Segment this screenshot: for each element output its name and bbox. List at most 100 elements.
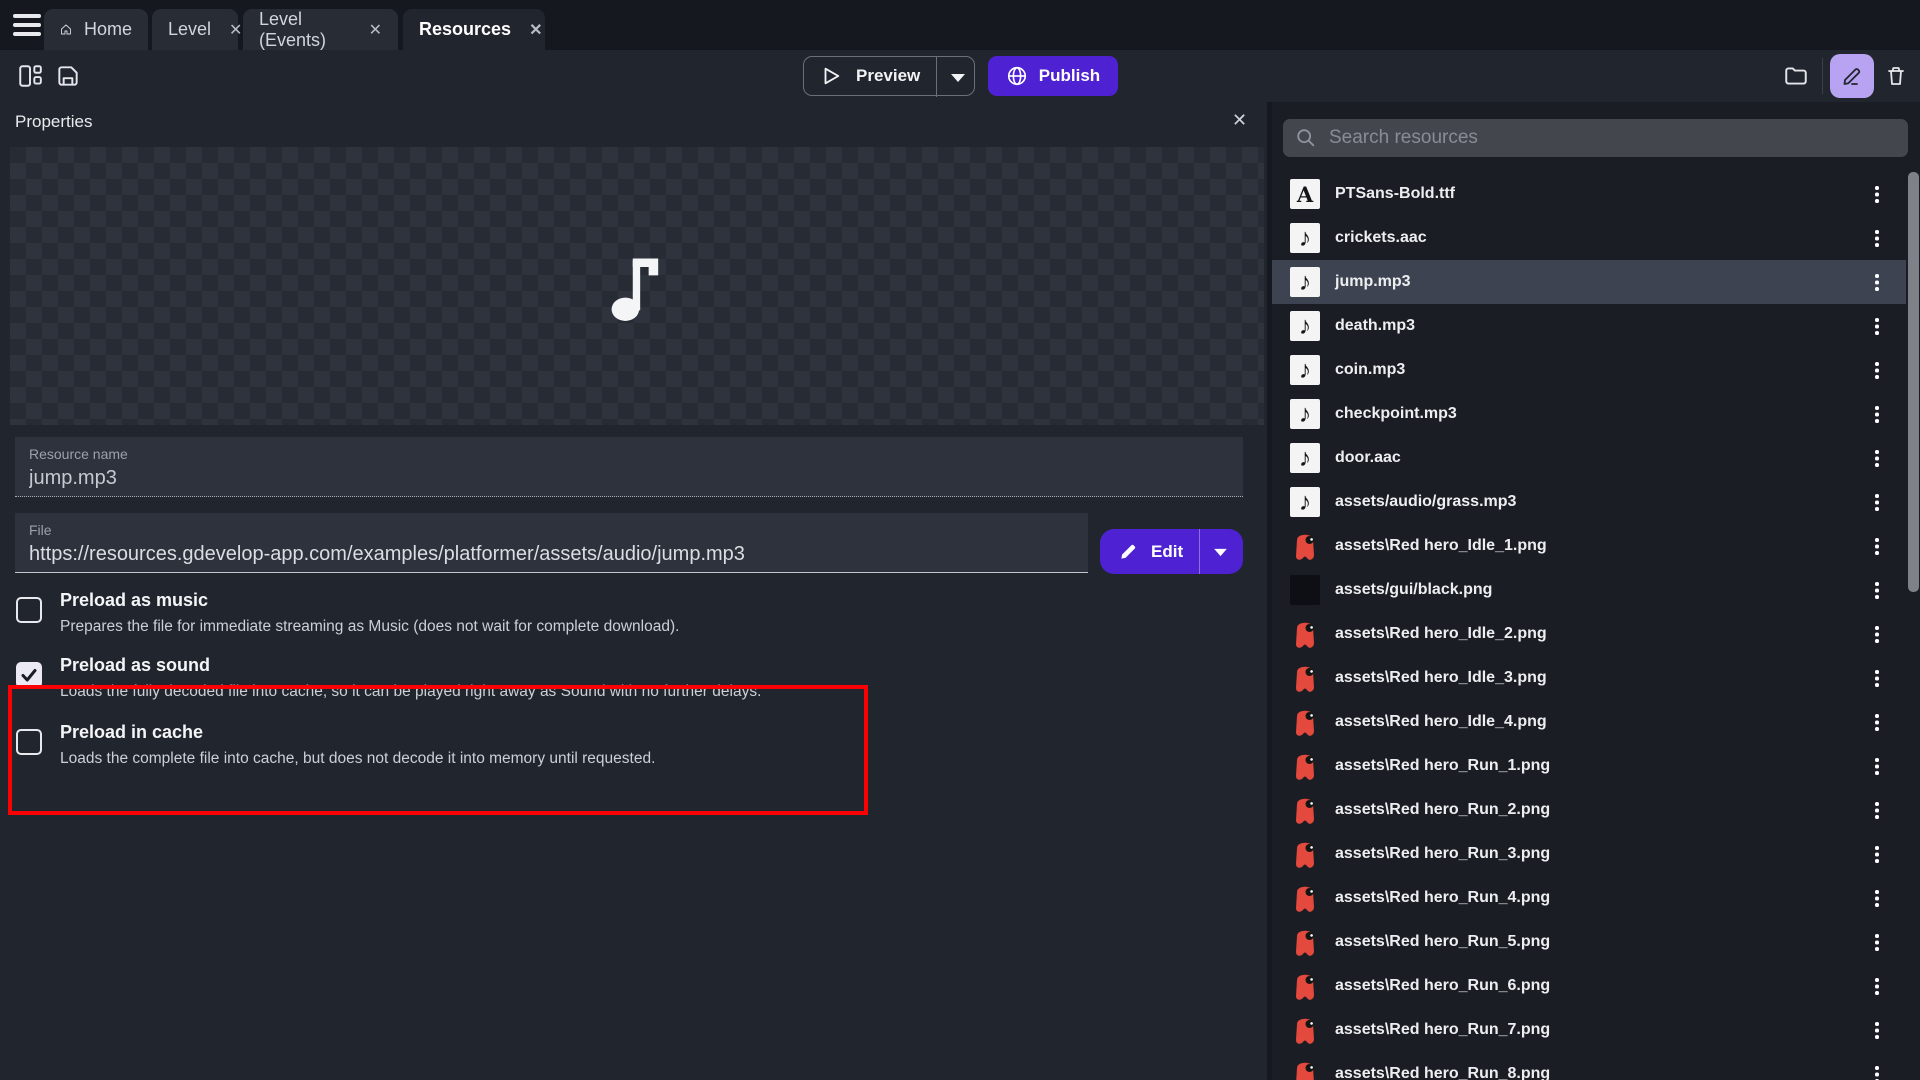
properties-panel: Properties ✕ Resource name jump.mp3 File… <box>0 102 1267 1080</box>
resource-row[interactable]: assets\Red hero_Run_4.png <box>1272 876 1906 920</box>
edit-mode-toggle-icon[interactable] <box>1830 54 1874 98</box>
publish-button[interactable]: Publish <box>988 56 1118 96</box>
kebab-menu-icon[interactable] <box>1870 932 1884 952</box>
resources-sidebar: PTSans-Bold.ttf crickets.aac jump.mp3 <box>1272 102 1920 1080</box>
field-label: File <box>29 522 52 538</box>
kebab-menu-icon[interactable] <box>1870 1064 1884 1080</box>
resource-type-icon <box>1290 443 1320 473</box>
preview-label: Preview <box>856 66 920 86</box>
resource-name: assets\Red hero_Run_5.png <box>1335 933 1550 951</box>
resource-name-field[interactable]: Resource name jump.mp3 <box>15 437 1243 497</box>
resource-name: assets\Red hero_Run_1.png <box>1335 757 1550 775</box>
resource-type-icon <box>1290 179 1320 209</box>
kebab-menu-icon[interactable] <box>1870 1020 1884 1040</box>
kebab-menu-icon[interactable] <box>1870 580 1884 600</box>
edit-label: Edit <box>1151 542 1183 562</box>
resource-row[interactable]: assets\Red hero_Run_2.png <box>1272 788 1906 832</box>
resource-row[interactable]: door.aac <box>1272 436 1906 480</box>
toolbar-divider <box>1822 58 1823 94</box>
kebab-menu-icon[interactable] <box>1870 184 1884 204</box>
resource-name: door.aac <box>1335 449 1401 467</box>
resource-row[interactable]: death.mp3 <box>1272 304 1906 348</box>
layout-panels-icon[interactable] <box>12 58 48 94</box>
field-value[interactable]: https://resources.gdevelop-app.com/examp… <box>29 543 745 566</box>
edit-button[interactable]: Edit <box>1100 529 1243 574</box>
resource-row[interactable]: PTSans-Bold.ttf <box>1272 172 1906 216</box>
play-icon <box>820 65 842 87</box>
tab-label: Resources <box>419 19 511 40</box>
kebab-menu-icon[interactable] <box>1870 668 1884 688</box>
tab-level-events[interactable]: Level (Events) ✕ <box>243 9 398 50</box>
close-properties-icon[interactable]: ✕ <box>1232 110 1247 131</box>
kebab-menu-icon[interactable] <box>1870 976 1884 996</box>
preload-as-music-option: Preload as music Prepares the file for i… <box>16 588 679 636</box>
resource-row[interactable]: assets\Red hero_Run_8.png <box>1272 1052 1906 1080</box>
resource-row[interactable]: coin.mp3 <box>1272 348 1906 392</box>
resource-row[interactable]: assets\Red hero_Run_7.png <box>1272 1008 1906 1052</box>
preload-in-cache-option: Preload in cache Loads the complete file… <box>16 720 655 768</box>
resource-row[interactable]: assets\Red hero_Idle_4.png <box>1272 700 1906 744</box>
red-hero-sprite-icon <box>1293 1015 1317 1045</box>
file-field[interactable]: File https://resources.gdevelop-app.com/… <box>15 513 1088 573</box>
resource-row[interactable]: assets\Red hero_Idle_2.png <box>1272 612 1906 656</box>
resource-type-icon <box>1290 795 1320 825</box>
kebab-menu-icon[interactable] <box>1870 624 1884 644</box>
resource-row[interactable]: jump.mp3 <box>1272 260 1906 304</box>
resource-row[interactable]: assets/audio/grass.mp3 <box>1272 480 1906 524</box>
resource-row[interactable]: assets\Red hero_Idle_1.png <box>1272 524 1906 568</box>
resource-name: assets\Red hero_Run_8.png <box>1335 1065 1550 1080</box>
resource-row[interactable]: crickets.aac <box>1272 216 1906 260</box>
preview-button[interactable]: Preview <box>803 56 975 96</box>
kebab-menu-icon[interactable] <box>1870 228 1884 248</box>
properties-title: Properties <box>15 112 92 132</box>
resource-row[interactable]: assets\Red hero_Run_3.png <box>1272 832 1906 876</box>
preload-as-music-checkbox[interactable] <box>16 597 42 623</box>
kebab-menu-icon[interactable] <box>1870 756 1884 776</box>
close-tab-icon[interactable]: ✕ <box>369 20 382 40</box>
kebab-menu-icon[interactable] <box>1870 360 1884 380</box>
kebab-menu-icon[interactable] <box>1870 888 1884 908</box>
checkbox-description: Prepares the file for immediate streamin… <box>60 618 679 636</box>
chevron-down-icon[interactable] <box>950 73 966 83</box>
kebab-menu-icon[interactable] <box>1870 536 1884 556</box>
resource-row[interactable]: assets\Red hero_Run_1.png <box>1272 744 1906 788</box>
button-divider <box>936 57 937 97</box>
save-icon[interactable] <box>50 58 86 94</box>
resource-name: coin.mp3 <box>1335 361 1405 379</box>
red-hero-sprite-icon <box>1293 619 1317 649</box>
folder-icon[interactable] <box>1778 58 1814 94</box>
hamburger-menu-icon[interactable] <box>13 14 41 36</box>
kebab-menu-icon[interactable] <box>1870 492 1884 512</box>
resource-name: crickets.aac <box>1335 229 1427 247</box>
resource-row[interactable]: assets/gui/black.png <box>1272 568 1906 612</box>
tab-resources[interactable]: Resources ✕ <box>403 9 545 50</box>
search-box[interactable] <box>1283 119 1908 157</box>
checkbox-description: Loads the fully decoded file into cache,… <box>60 683 761 701</box>
kebab-menu-icon[interactable] <box>1870 404 1884 424</box>
kebab-menu-icon[interactable] <box>1870 448 1884 468</box>
resource-row[interactable]: assets\Red hero_Idle_3.png <box>1272 656 1906 700</box>
chevron-down-icon[interactable] <box>1213 548 1228 557</box>
kebab-menu-icon[interactable] <box>1870 800 1884 820</box>
trash-icon[interactable] <box>1878 58 1914 94</box>
resource-row[interactable]: assets\Red hero_Run_5.png <box>1272 920 1906 964</box>
tab-level[interactable]: Level ✕ <box>152 9 238 50</box>
resource-name: assets\Red hero_Idle_4.png <box>1335 713 1547 731</box>
preload-as-sound-checkbox[interactable] <box>16 662 42 688</box>
resource-name: assets\Red hero_Run_6.png <box>1335 977 1550 995</box>
resource-row[interactable]: checkpoint.mp3 <box>1272 392 1906 436</box>
resource-row[interactable]: assets\Red hero_Run_6.png <box>1272 964 1906 1008</box>
resource-name: assets\Red hero_Run_2.png <box>1335 801 1550 819</box>
kebab-menu-icon[interactable] <box>1870 712 1884 732</box>
kebab-menu-icon[interactable] <box>1870 316 1884 336</box>
field-value[interactable]: jump.mp3 <box>29 467 117 490</box>
resource-type-icon <box>1290 399 1320 429</box>
close-tab-icon[interactable]: ✕ <box>529 20 542 40</box>
scrollbar-thumb[interactable] <box>1908 172 1919 592</box>
close-tab-icon[interactable]: ✕ <box>229 20 242 40</box>
tab-home[interactable]: Home <box>44 9 148 50</box>
search-input[interactable] <box>1329 127 1869 149</box>
preload-in-cache-checkbox[interactable] <box>16 729 42 755</box>
kebab-menu-icon[interactable] <box>1870 844 1884 864</box>
kebab-menu-icon[interactable] <box>1870 272 1884 292</box>
